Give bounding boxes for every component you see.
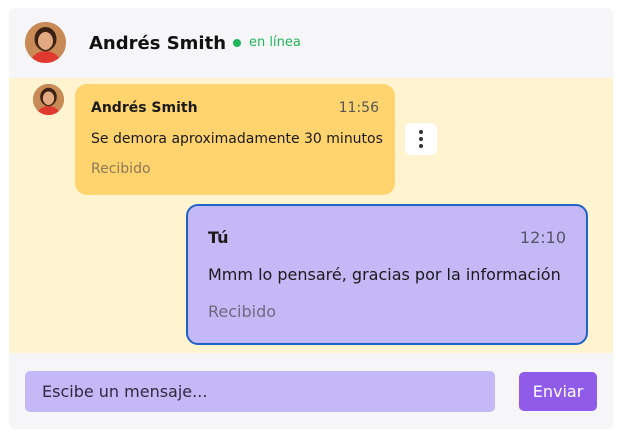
message-options-button[interactable] xyxy=(405,123,437,155)
send-button[interactable]: Enviar xyxy=(519,372,597,411)
received-message-bubble: Andrés Smith 11:56 Se demora aproximadam… xyxy=(75,84,395,195)
chat-header: Andrés Smith en línea xyxy=(9,8,613,78)
message-avatar xyxy=(33,84,64,115)
message-time: 11:56 xyxy=(338,100,379,116)
chat-window: Andrés Smith en línea Andrés Smith 11:56… xyxy=(9,8,613,429)
avatar-image xyxy=(25,22,66,63)
message-time: 12:10 xyxy=(519,228,566,247)
online-status-dot xyxy=(233,39,241,47)
avatar-image xyxy=(33,84,64,115)
message-text: Mmm lo pensaré, gracias por la informaci… xyxy=(208,265,561,284)
more-vertical-icon xyxy=(419,130,423,148)
message-sender: Andrés Smith xyxy=(91,100,198,116)
message-receipt: Recibido xyxy=(91,161,151,177)
message-list[interactable]: Andrés Smith 11:56 Se demora aproximadam… xyxy=(9,78,613,353)
message-composer: Enviar xyxy=(9,353,613,429)
message-sender: Tú xyxy=(208,228,229,247)
message-text: Se demora aproximadamente 30 minutos xyxy=(91,131,383,147)
sent-message-bubble: Tú 12:10 Mmm lo pensaré, gracias por la … xyxy=(186,204,588,345)
message-input[interactable] xyxy=(25,371,495,412)
message-receipt: Recibido xyxy=(208,302,277,321)
contact-name: Andrés Smith xyxy=(89,33,227,54)
contact-avatar[interactable] xyxy=(25,22,66,63)
online-status-text: en línea xyxy=(249,35,301,50)
